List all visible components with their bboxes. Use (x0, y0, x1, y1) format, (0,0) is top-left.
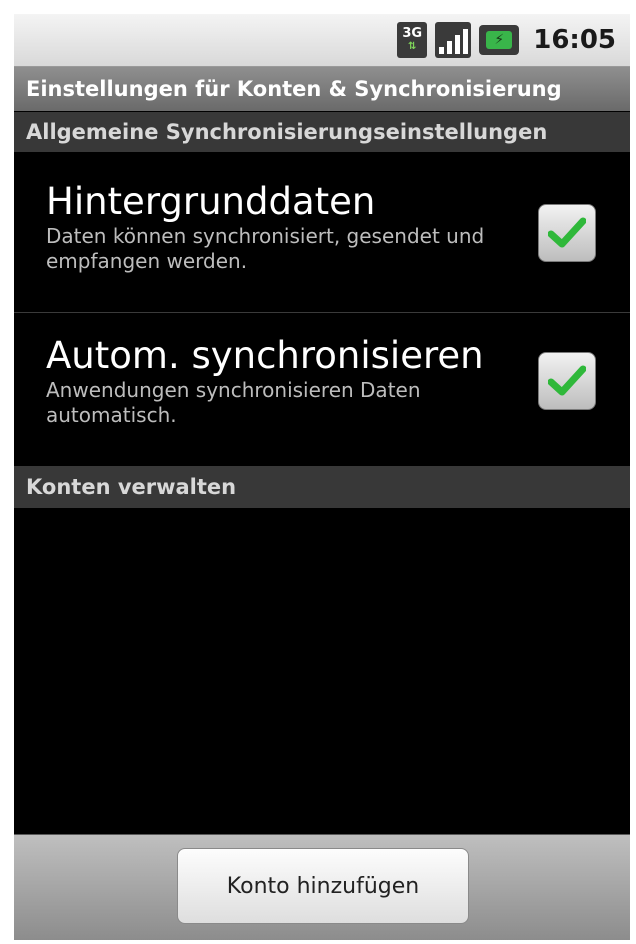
3g-icon: 3G ⇅ (397, 22, 428, 58)
background-data-checkbox[interactable] (538, 204, 596, 262)
signal-icon (435, 22, 472, 58)
battery-charging-icon: ⚡ (479, 25, 520, 55)
signal-bar (454, 35, 460, 54)
title-bar: Einstellungen für Konten & Synchronisier… (14, 67, 630, 111)
divider (14, 312, 630, 313)
accounts-list (14, 508, 630, 834)
battery-fill: ⚡ (486, 31, 513, 49)
status-bar: 3G ⇅ ⚡ 16:05 (14, 14, 630, 67)
checkmark-icon (548, 217, 586, 248)
pref-auto-sync[interactable]: Autom. synchronisieren Anwendungen synch… (14, 334, 630, 462)
signal-bar (446, 41, 452, 54)
signal-bar (462, 29, 468, 54)
status-clock: 16:05 (533, 25, 616, 55)
section-header-general-sync: Allgemeine Synchronisierungseinstellunge… (14, 112, 630, 152)
data-arrows-icon: ⇅ (408, 41, 417, 52)
network-type-label: 3G (402, 26, 423, 41)
section-header-manage-accounts: Konten verwalten (14, 466, 630, 508)
status-icons: 3G ⇅ ⚡ 16:05 (397, 14, 616, 66)
pref-summary: Daten können synchronisiert, gesendet un… (46, 224, 485, 273)
pref-summary: Anwendungen synchronisieren Daten automa… (46, 378, 421, 427)
bottom-bar: Konto hinzufügen (14, 834, 630, 940)
signal-bar (438, 47, 444, 54)
phone-screen: 3G ⇅ ⚡ 16:05 Einstellungen für Konten & … (14, 14, 630, 940)
checkmark-icon (548, 365, 586, 396)
pref-background-data[interactable]: Hintergrunddaten Daten können synchronis… (14, 180, 630, 310)
auto-sync-checkbox[interactable] (538, 352, 596, 410)
page-title: Einstellungen für Konten & Synchronisier… (26, 77, 562, 101)
add-account-button[interactable]: Konto hinzufügen (177, 848, 469, 924)
